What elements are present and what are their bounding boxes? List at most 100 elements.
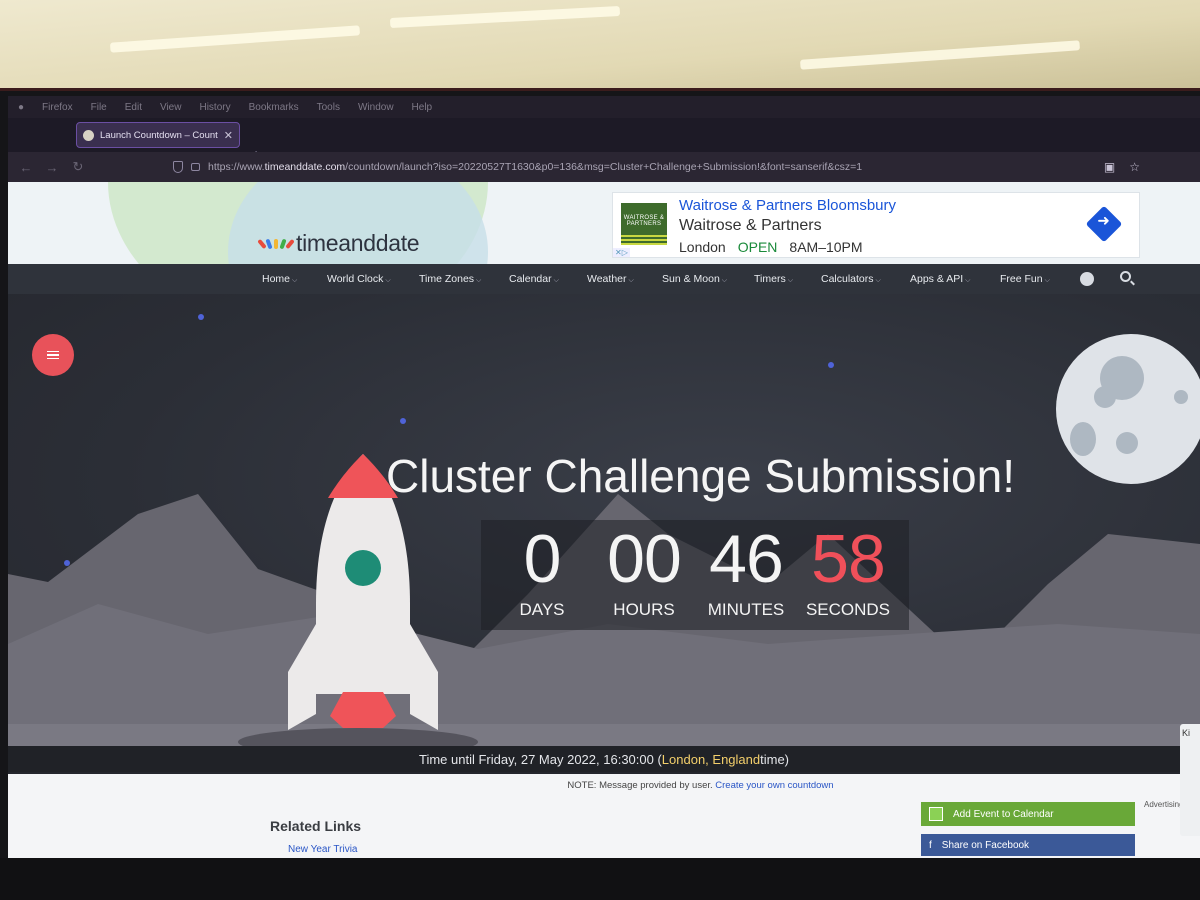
hamburger-menu-button[interactable] — [32, 334, 74, 376]
advertisement-banner[interactable]: WAITROSE & PARTNERS Waitrose & Partners … — [612, 192, 1140, 258]
note-text: NOTE: Message provided by user. — [567, 780, 713, 791]
seconds-value: 58 — [811, 521, 886, 597]
ad-status: OPEN — [737, 239, 778, 255]
add-event-button[interactable]: Add Event to Calendar — [921, 802, 1135, 826]
menu-item[interactable]: Edit — [125, 102, 142, 113]
countdown-seconds: 58 SECONDS — [798, 520, 898, 630]
logo-text: timeanddate — [296, 230, 420, 256]
site-navigation: Home ⌵ World Clock ⌵ Time Zones ⌵ Calendar ⌵… — [8, 264, 1200, 294]
favicon-icon — [83, 129, 94, 141]
nav-free-fun[interactable]: Free Fun ⌵ — [1000, 273, 1050, 285]
nav-home[interactable]: Home ⌵ — [262, 273, 297, 285]
url-actions: ▣ ☆ — [1104, 160, 1140, 174]
user-message-note: NOTE: Message provided by user. Create y… — [8, 780, 1200, 791]
chevron-down-icon: ⌵ — [1044, 277, 1050, 284]
chevron-down-icon: ⌵ — [965, 277, 971, 284]
time-until-bar: Time until Friday, 27 May 2022, 16:30:00… — [8, 746, 1200, 772]
chevron-down-icon: ⌵ — [385, 277, 391, 284]
forward-icon[interactable]: → — [44, 160, 60, 175]
share-label: Share on Facebook — [941, 839, 1030, 851]
office-ceiling — [0, 0, 1200, 95]
nav-apps-api[interactable]: Apps & API ⌵ — [910, 273, 970, 285]
logo-icon — [257, 238, 295, 249]
tab-launch-countdown[interactable]: Launch Countdown – Countdown ✕ — [76, 122, 240, 148]
nav-calendar[interactable]: Calendar ⌵ — [509, 273, 559, 285]
menu-item[interactable]: Tools — [317, 102, 340, 113]
url-prefix: https://www. — [208, 161, 265, 173]
nav-label: Free Fun — [1000, 273, 1043, 285]
back-icon[interactable]: ← — [18, 160, 34, 175]
ceiling-light — [799, 40, 1081, 70]
ad-title[interactable]: Waitrose & Partners Bloomsbury — [679, 197, 896, 214]
nav-label: Calendar — [509, 273, 552, 285]
waitrose-logo: WAITROSE & PARTNERS — [621, 203, 667, 245]
chevron-down-icon: ⌵ — [721, 277, 728, 284]
nav-time-zones[interactable]: Time Zones ⌵ — [419, 273, 481, 285]
menu-item[interactable]: Window — [358, 102, 394, 113]
add-event-label: Add Event to Calendar — [953, 808, 1054, 820]
chevron-down-icon: ⌵ — [875, 277, 881, 284]
url-bar[interactable]: https://www.timeanddate.com/countdown/la… — [173, 157, 1103, 177]
ceiling-light — [109, 25, 361, 53]
nav-label: Calculators — [821, 273, 874, 285]
countdown-minutes: 46 MINUTES — [696, 520, 796, 630]
shield-icon[interactable] — [173, 161, 183, 173]
time-until-suffix: time) — [760, 751, 789, 767]
location-link[interactable]: London, England — [662, 752, 760, 767]
site-header: timeanddate WAITROSE & PARTNERS Waitrose… — [8, 182, 1200, 264]
menu-item[interactable]: File — [91, 102, 107, 113]
reload-icon[interactable]: ↻ — [70, 159, 86, 175]
nav-timers[interactable]: Timers ⌵ — [754, 273, 793, 285]
lock-icon[interactable] — [191, 163, 200, 171]
reader-view-icon[interactable]: ▣ — [1104, 160, 1115, 174]
apple-icon[interactable]: ● — [18, 102, 24, 113]
related-links-heading: Related Links — [270, 818, 362, 834]
related-link[interactable]: New Year Trivia — [288, 844, 357, 855]
url-path: /countdown/launch?iso=20220527T1630&p0=1… — [345, 161, 863, 173]
minutes-value: 46 — [709, 521, 784, 597]
nav-label: Sun & Moon — [662, 273, 720, 285]
nav-label: World Clock — [327, 273, 384, 285]
countdown-hours: 00 HOURS — [594, 520, 694, 630]
user-icon[interactable] — [1080, 272, 1094, 286]
menu-item[interactable]: Firefox — [42, 102, 73, 113]
photo-frame: ● Firefox File Edit View History Bookmar… — [0, 0, 1200, 900]
menu-item[interactable]: Bookmarks — [249, 102, 299, 113]
directions-icon[interactable] — [1085, 205, 1123, 243]
ad-details: London OPEN 8AM–10PM — [679, 239, 863, 255]
nav-label: Weather — [587, 273, 627, 285]
site-logo[interactable]: timeanddate — [257, 230, 420, 257]
time-until-prefix: Time until Friday, 27 May 2022, 16:30:00… — [419, 751, 662, 767]
countdown-timer: 0 DAYS 00 HOURS 46 MINUTES 58 SECONDS — [481, 520, 909, 630]
nav-sun-moon[interactable]: Sun & Moon ⌵ — [662, 273, 727, 285]
close-icon[interactable]: ✕ — [224, 129, 233, 142]
nav-label: Apps & API — [910, 273, 964, 285]
menu-item[interactable]: View — [160, 102, 182, 113]
side-popup[interactable]: Ki — [1180, 724, 1200, 836]
page-content: NOTE: Message provided by user. Create y… — [8, 774, 1200, 858]
share-facebook-button[interactable]: f Share on Facebook — [921, 834, 1135, 856]
star-icon — [828, 362, 834, 368]
nav-weather[interactable]: Weather ⌵ — [587, 273, 634, 285]
ad-city: London — [679, 239, 726, 255]
star-icon — [400, 418, 406, 424]
nav-calculators[interactable]: Calculators ⌵ — [821, 273, 881, 285]
chevron-down-icon: ⌵ — [553, 277, 559, 284]
advertising-label: Advertising — [1144, 800, 1184, 809]
menu-item[interactable]: Help — [412, 102, 433, 113]
bookmark-star-icon[interactable]: ☆ — [1129, 160, 1140, 174]
adchoices-icon[interactable]: ✕▷ — [613, 248, 630, 257]
create-countdown-link[interactable]: Create your own countdown — [715, 780, 833, 791]
nav-label: Timers — [754, 273, 786, 285]
menu-item[interactable]: History — [199, 102, 230, 113]
seconds-label: SECONDS — [805, 600, 891, 619]
ad-hours: 8AM–10PM — [789, 239, 863, 255]
tab-strip: Launch Countdown – Countdown ✕ + — [8, 118, 1200, 162]
nav-world-clock[interactable]: World Clock ⌵ — [327, 273, 391, 285]
search-icon[interactable] — [1120, 271, 1131, 282]
nav-label: Time Zones — [419, 273, 475, 285]
menu-bar: ● Firefox File Edit View History Bookmar… — [8, 96, 1200, 118]
hours-label: HOURS — [613, 600, 675, 619]
countdown-scene: Cluster Challenge Submission! 0 DAYS 00 … — [8, 294, 1200, 756]
tab-label: Launch Countdown – Countdown — [100, 129, 218, 141]
